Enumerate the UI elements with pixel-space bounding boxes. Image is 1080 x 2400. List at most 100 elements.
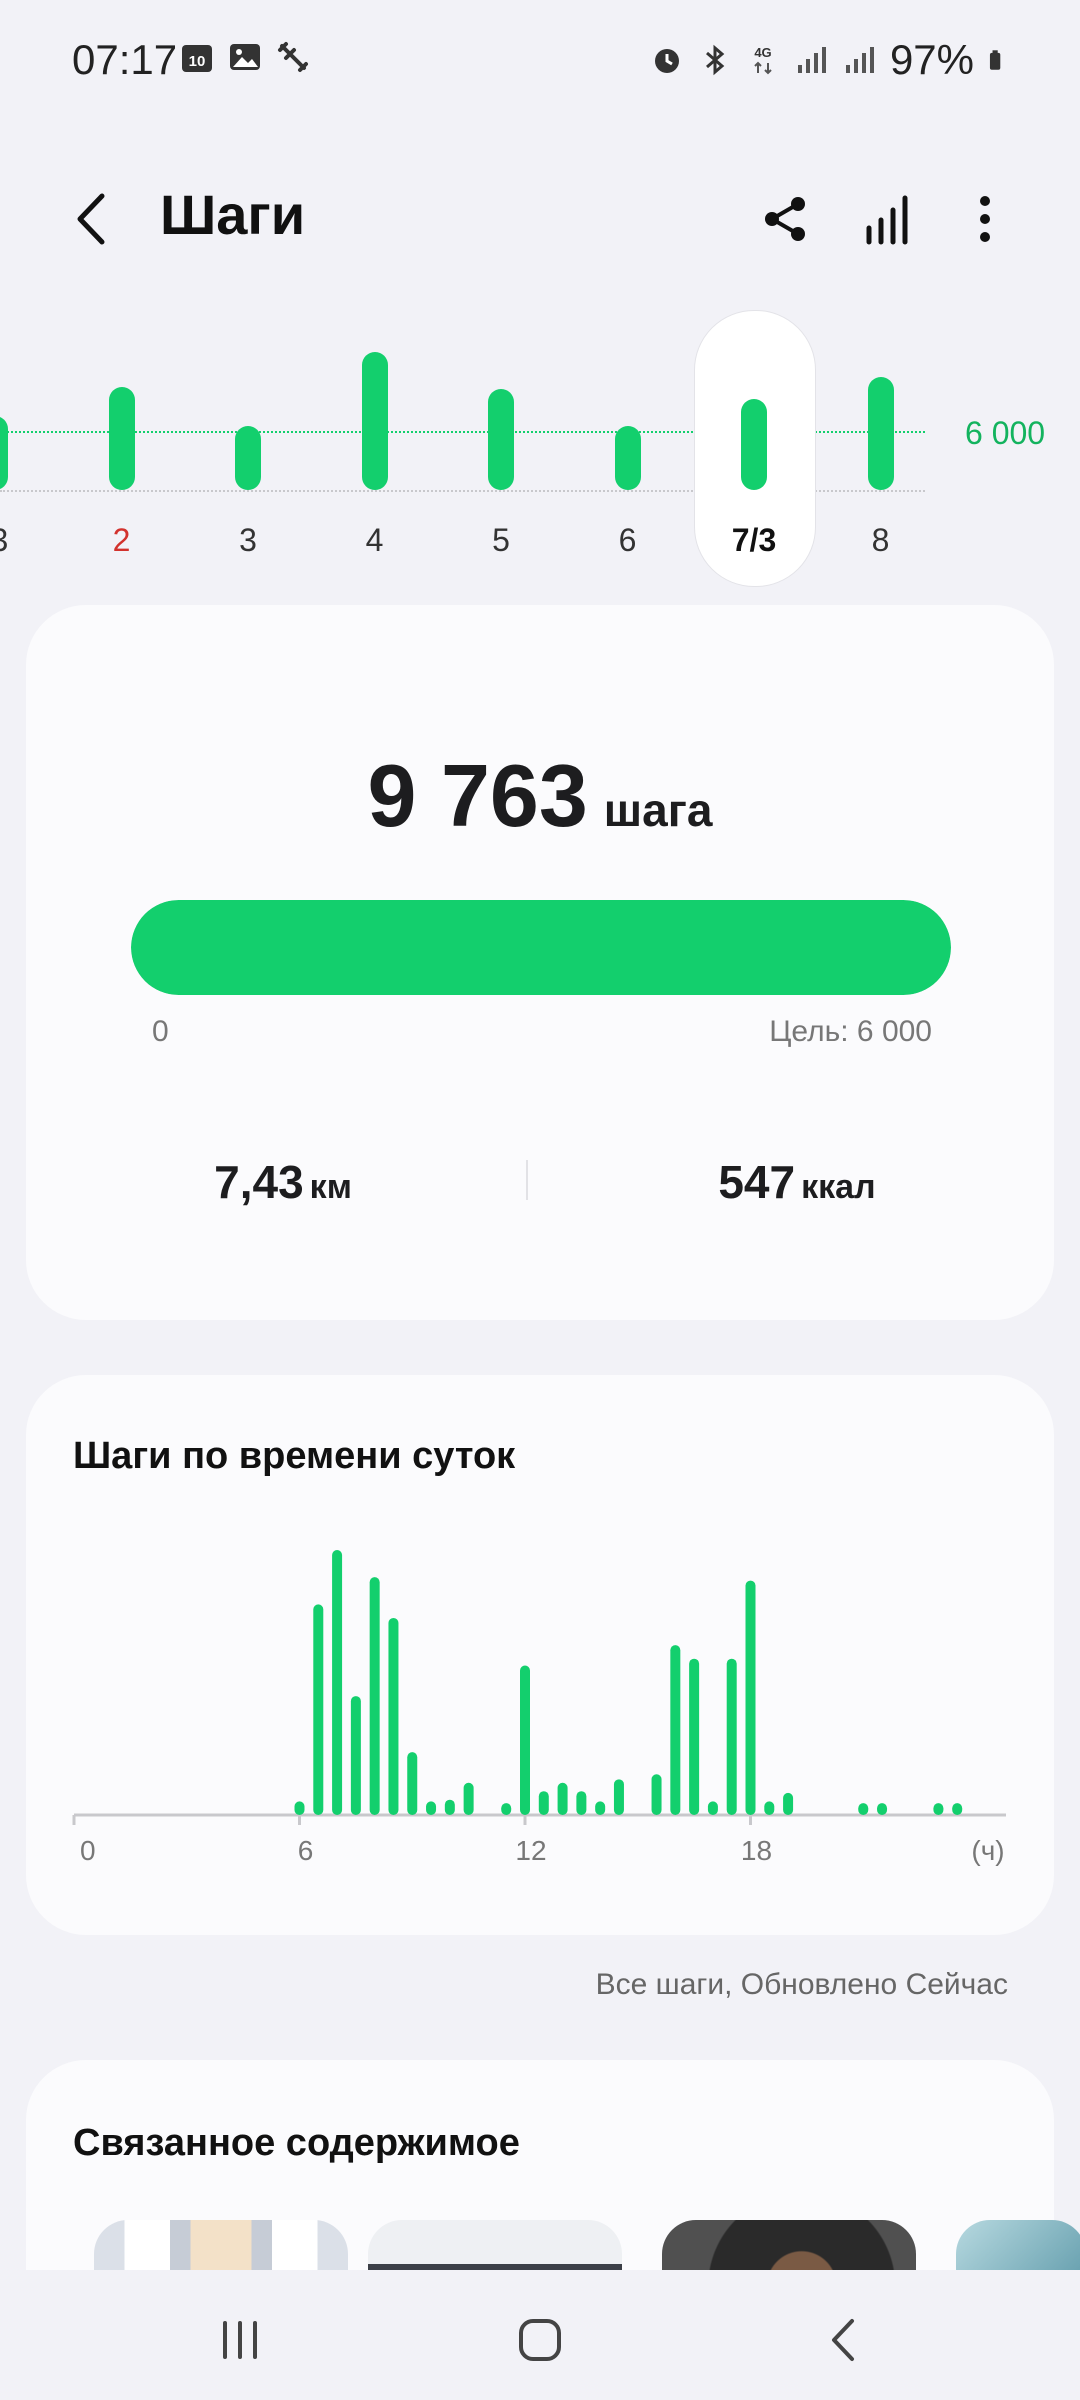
calories-unit: ккал <box>801 1168 876 1206</box>
status-right: 4G 97% <box>650 36 1010 84</box>
day-steps-bar <box>741 398 767 490</box>
hourly-steps-card[interactable]: Шаги по времени суток 0 6 12 18 (ч) <box>26 1375 1054 1935</box>
hourly-bar <box>745 1580 756 1815</box>
status-left-icons: 10 <box>180 40 310 74</box>
calendar-day: 10 <box>189 53 206 70</box>
hourly-bar <box>388 1617 399 1815</box>
day-steps-bar <box>108 386 135 490</box>
hourly-steps-chart: 0 6 12 18 (ч) <box>72 1550 1006 1866</box>
summary-card: 9 763 шага 0 Цель: 6 000 7,43 км 547 ккал <box>26 605 1054 1320</box>
hourly-bar <box>858 1803 869 1815</box>
page-title: Шаги <box>160 183 306 246</box>
day-label: 3 <box>239 522 257 558</box>
progress-goal-label: Цель: 6 000 <box>769 1015 932 1048</box>
bluetooth-icon <box>705 44 725 76</box>
signal-icon <box>797 47 826 73</box>
hourly-bar <box>689 1658 700 1815</box>
hourly-bar <box>444 1799 455 1815</box>
goal-progress-bar <box>131 900 951 995</box>
calories-metric: 547 ккал <box>540 1155 1054 1209</box>
updated-note: Все шаги, Обновлено Сейчас <box>595 1968 1008 2001</box>
stats-button[interactable] <box>855 184 925 254</box>
day-column[interactable]: 7/3 <box>694 300 816 590</box>
hourly-bar <box>726 1658 737 1815</box>
hourly-bar <box>332 1550 343 1815</box>
day-steps-bar <box>235 426 261 490</box>
day-column[interactable]: 3 <box>188 300 308 590</box>
hourly-bar <box>595 1801 606 1815</box>
more-options-button[interactable] <box>950 184 1020 254</box>
day-steps-bar <box>361 352 388 490</box>
day-column[interactable]: 6 <box>568 300 688 590</box>
calories-value: 547 <box>718 1156 796 1208</box>
x-tick-label: (ч) <box>971 1835 1004 1866</box>
hourly-bar <box>613 1779 624 1815</box>
day-label: 5 <box>492 522 510 558</box>
app-header: Шаги <box>0 160 1080 270</box>
distance-metric: 7,43 км <box>26 1155 540 1209</box>
day-steps-bar <box>867 376 894 490</box>
steps-count: 9 763 <box>367 746 588 845</box>
x-tick-label: 0 <box>80 1835 96 1866</box>
hourly-bar <box>651 1774 662 1815</box>
stats-icon <box>866 195 908 245</box>
hourly-bar <box>933 1803 944 1815</box>
more-icon <box>980 196 990 242</box>
day-label: 6 <box>618 522 637 558</box>
hourly-bar <box>426 1801 437 1815</box>
hourly-bar <box>369 1577 380 1815</box>
progress-min-label: 0 <box>152 1015 169 1048</box>
day-steps-bar <box>0 416 8 490</box>
back-button[interactable] <box>60 184 130 254</box>
hourly-bar <box>294 1801 305 1815</box>
home-icon <box>519 2319 561 2361</box>
hourly-bar <box>501 1803 512 1815</box>
battery-percent: 97% <box>889 36 974 83</box>
x-tick-label: 6 <box>298 1835 314 1866</box>
hourly-bar <box>764 1801 775 1815</box>
network-4g-icon: 4G <box>754 45 772 75</box>
day-label: 2 <box>112 522 131 558</box>
share-icon <box>765 197 805 241</box>
calendar-icon: 10 <box>182 45 212 72</box>
hourly-bar <box>670 1645 681 1815</box>
recents-icon <box>223 2321 257 2359</box>
day-column[interactable]: 2 <box>62 300 182 590</box>
x-tick-label: 12 <box>515 1835 546 1866</box>
hourly-bar <box>520 1665 530 1815</box>
hourly-bar <box>877 1803 888 1815</box>
distance-unit: км <box>309 1168 352 1206</box>
hourly-bar <box>707 1801 718 1815</box>
day-label: 8 <box>871 522 890 558</box>
steps-total: 9 763 шага <box>26 745 1054 847</box>
day-column[interactable]: /3 <box>0 300 55 590</box>
hourly-bar <box>463 1782 474 1815</box>
day-steps-bar <box>614 426 641 490</box>
network-type: 4G <box>754 45 771 60</box>
day-label: /3 <box>0 522 55 559</box>
day-column[interactable]: 8 <box>821 300 941 590</box>
steps-unit: шага <box>603 784 713 836</box>
back-nav-icon <box>832 2319 854 2361</box>
home-button[interactable] <box>500 2310 580 2370</box>
related-content-title: Связанное содержимое <box>73 2122 520 2164</box>
back-icon <box>77 193 105 245</box>
x-tick-label: 18 <box>741 1835 772 1866</box>
hourly-bar <box>783 1792 794 1815</box>
hourly-bar <box>313 1604 324 1815</box>
battery-icon <box>989 50 1001 70</box>
share-button[interactable] <box>750 184 820 254</box>
system-back-button[interactable] <box>805 2310 885 2370</box>
recents-button[interactable] <box>200 2310 280 2370</box>
day-column[interactable]: 4 <box>315 300 435 590</box>
goal-progress-fill <box>131 900 951 995</box>
hourly-bar <box>952 1803 963 1815</box>
alarm-icon <box>654 49 679 73</box>
gallery-icon <box>230 44 260 70</box>
day-column[interactable]: 5 <box>441 300 561 590</box>
goal-label: 6 000 <box>965 415 1046 451</box>
status-time: 07:17 <box>72 36 178 83</box>
metric-divider <box>526 1160 528 1200</box>
signal-2-icon <box>845 47 874 73</box>
week-strip: 6 000 /3 2 3 4 5 6 7/3 8 <box>0 300 1080 600</box>
